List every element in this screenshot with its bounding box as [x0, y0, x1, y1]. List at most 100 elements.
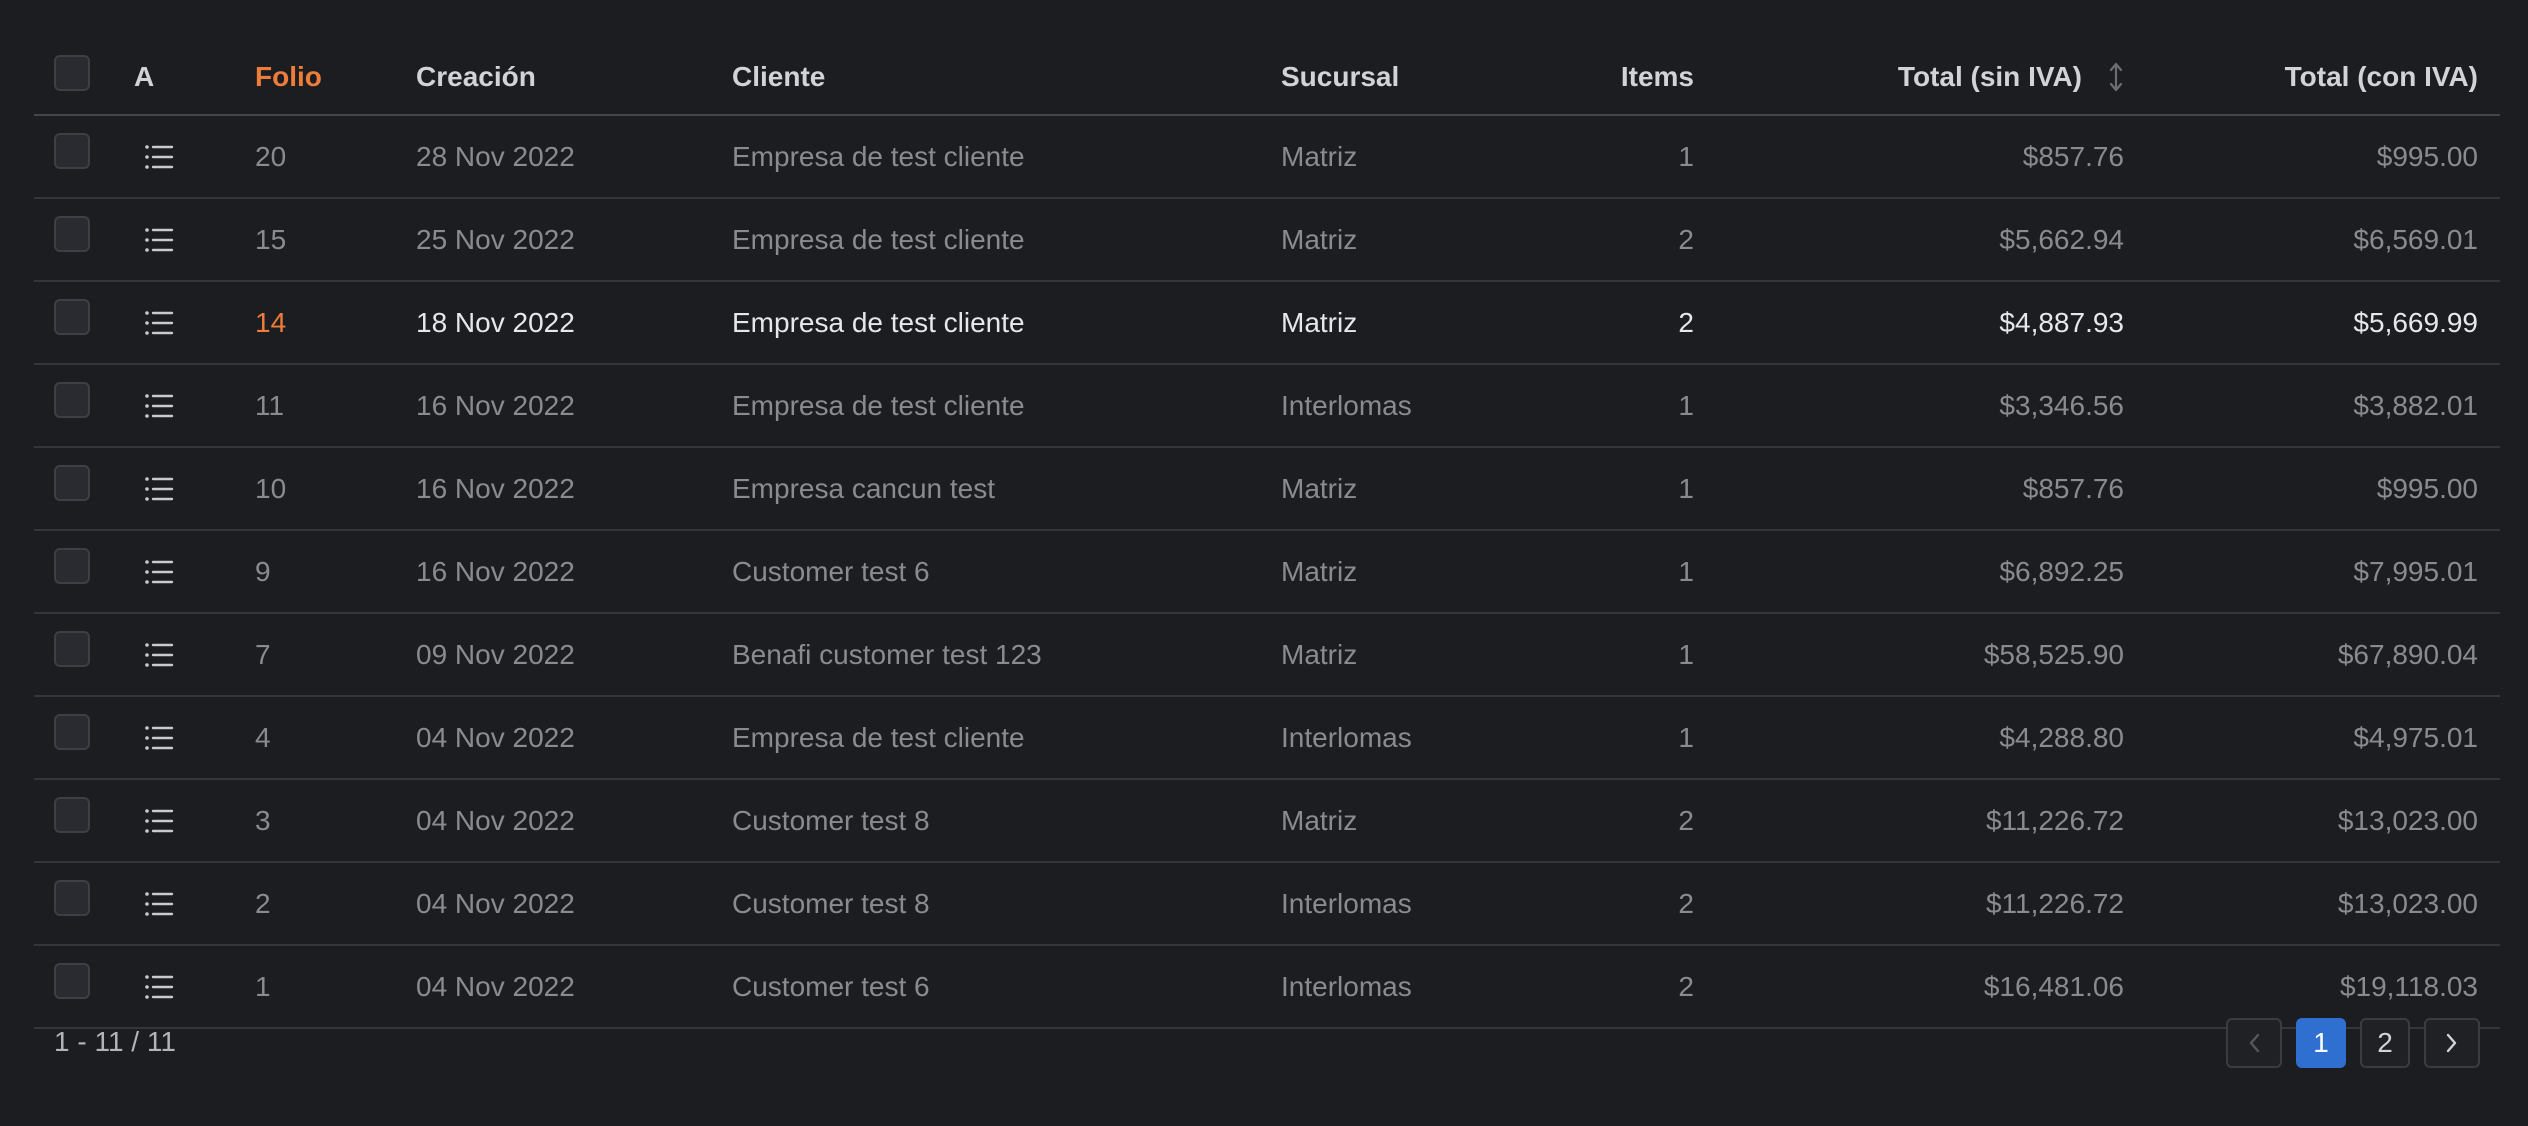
list-icon[interactable]	[144, 476, 174, 502]
cell-creacion: 18 Nov 2022	[416, 306, 575, 338]
list-icon[interactable]	[144, 144, 174, 170]
table-row[interactable]: 4 04 Nov 2022 Empresa de test cliente Inter…	[34, 697, 2500, 780]
row-checkbox[interactable]	[54, 962, 90, 999]
cell-total-sin-iva: $3,346.56	[1999, 389, 2124, 421]
row-select-cell	[54, 614, 94, 695]
cell-sucursal: Interlomas	[1281, 389, 1412, 421]
list-icon[interactable]	[144, 808, 174, 834]
cell-total-sin-iva: $11,226.72	[1985, 804, 2124, 836]
cell-total-sin-iva: $11,226.72	[1985, 887, 2124, 919]
cell-folio: 15	[255, 223, 287, 255]
sort-icon[interactable]	[2108, 62, 2124, 92]
cell-creacion: 25 Nov 2022	[416, 223, 575, 255]
cell-cliente: Customer test 6	[732, 555, 930, 587]
cell-total-con-iva: $3,882.01	[2353, 389, 2478, 421]
cell-total-con-iva: $995.00	[2376, 472, 2478, 504]
list-icon[interactable]	[144, 227, 174, 253]
cell-creacion: 04 Nov 2022	[416, 804, 575, 836]
row-actions-cell	[134, 448, 194, 529]
page-button-1[interactable]: 1	[2296, 1018, 2346, 1068]
prev-page-button[interactable]	[2226, 1018, 2282, 1068]
list-icon[interactable]	[144, 974, 174, 1000]
table-body: 20 28 Nov 2022 Empresa de test cliente Matr…	[34, 116, 2500, 1029]
cell-total-sin-iva: $4,887.93	[1999, 306, 2124, 338]
cell-cliente: Empresa de test cliente	[732, 306, 1025, 338]
cell-folio: 11	[255, 389, 285, 421]
table-footer: 1 - 11 / 11 1 2	[34, 1012, 2500, 1072]
row-actions-cell	[134, 863, 194, 944]
row-checkbox[interactable]	[54, 298, 90, 335]
table-row[interactable]: 3 04 Nov 2022 Customer test 8 Matriz 2 $11,22…	[34, 780, 2500, 863]
list-icon[interactable]	[144, 393, 174, 419]
row-checkbox[interactable]	[54, 464, 90, 501]
row-actions-cell	[134, 697, 194, 778]
cell-items: 1	[1678, 638, 1694, 670]
table-row[interactable]: 15 25 Nov 2022 Empresa de test cliente Matr…	[34, 199, 2500, 282]
cell-creacion: 04 Nov 2022	[416, 721, 575, 753]
cell-sucursal: Matriz	[1281, 638, 1358, 670]
list-icon[interactable]	[144, 891, 174, 917]
row-checkbox[interactable]	[54, 215, 90, 252]
column-header-folio[interactable]: Folio	[255, 40, 395, 114]
cell-total-sin-iva: $857.76	[2022, 472, 2124, 504]
list-icon[interactable]	[144, 310, 174, 336]
cell-total-sin-iva: $857.76	[2022, 140, 2124, 172]
cell-items: 1	[1678, 389, 1694, 421]
list-icon[interactable]	[144, 559, 174, 585]
page-button-2[interactable]: 2	[2360, 1018, 2410, 1068]
row-checkbox[interactable]	[54, 132, 90, 169]
chevron-right-icon	[2446, 1033, 2457, 1053]
row-checkbox[interactable]	[54, 713, 90, 750]
cell-creacion: 04 Nov 2022	[416, 887, 575, 919]
row-checkbox[interactable]	[54, 796, 90, 833]
cell-sucursal: Matriz	[1281, 472, 1358, 504]
cell-folio: 9	[255, 555, 271, 587]
orders-table: A Folio Creación Cliente Sucursal Items …	[34, 40, 2500, 1029]
cell-sucursal: Matriz	[1281, 306, 1358, 338]
cell-sucursal: Matriz	[1281, 804, 1358, 836]
column-header-items[interactable]: Items	[1594, 40, 1694, 114]
cell-creacion: 16 Nov 2022	[416, 389, 575, 421]
row-select-cell	[54, 863, 94, 944]
cell-cliente: Benafi customer test 123	[732, 638, 1042, 670]
cell-cliente: Empresa de test cliente	[732, 140, 1025, 172]
cell-cliente: Empresa de test cliente	[732, 223, 1025, 255]
column-header-total-con-iva[interactable]: Total (con IVA)	[2154, 40, 2478, 114]
row-checkbox[interactable]	[54, 547, 90, 584]
row-select-cell	[54, 365, 94, 446]
column-header-total-sin-iva[interactable]: Total (sin IVA)	[1754, 40, 2124, 114]
table-row[interactable]: 2 04 Nov 2022 Customer test 8 Interlomas 2 $1…	[34, 863, 2500, 946]
cell-folio: 14	[255, 306, 287, 338]
row-select-cell	[54, 697, 94, 778]
cell-folio: 2	[255, 887, 271, 919]
table-row[interactable]: 20 28 Nov 2022 Empresa de test cliente Matr…	[34, 116, 2500, 199]
cell-cliente: Empresa de test cliente	[732, 721, 1025, 753]
cell-total-sin-iva: $4,288.80	[1999, 721, 2124, 753]
table-row[interactable]: 7 09 Nov 2022 Benafi customer test 123 Matr…	[34, 614, 2500, 697]
list-icon[interactable]	[144, 725, 174, 751]
column-header-creacion[interactable]: Creación	[416, 40, 716, 114]
column-header-sucursal[interactable]: Sucursal	[1281, 40, 1501, 114]
cell-total-con-iva: $67,890.04	[2337, 638, 2478, 670]
row-checkbox[interactable]	[54, 381, 90, 418]
pagination: 1 2	[2226, 1018, 2480, 1068]
next-page-button[interactable]	[2424, 1018, 2480, 1068]
row-checkbox[interactable]	[54, 630, 90, 667]
cell-sucursal: Interlomas	[1281, 887, 1412, 919]
select-all-checkbox[interactable]	[54, 55, 90, 91]
table-row[interactable]: 9 16 Nov 2022 Customer test 6 Matriz 1 $6,892…	[34, 531, 2500, 614]
list-icon[interactable]	[144, 642, 174, 668]
row-actions-cell	[134, 531, 194, 612]
cell-sucursal: Interlomas	[1281, 721, 1412, 753]
column-header-cliente[interactable]: Cliente	[732, 40, 1232, 114]
row-checkbox[interactable]	[54, 879, 90, 916]
row-actions-cell	[134, 780, 194, 861]
row-actions-cell	[134, 199, 194, 280]
column-header-a[interactable]: A	[134, 40, 194, 114]
cell-items: 1	[1678, 140, 1694, 172]
table-row[interactable]: 11 16 Nov 2022 Empresa de test cliente Inte…	[34, 365, 2500, 448]
table-row[interactable]: 10 16 Nov 2022 Empresa cancun test Matriz 1 $…	[34, 448, 2500, 531]
cell-total-sin-iva: $6,892.25	[1999, 555, 2124, 587]
cell-total-con-iva: $995.00	[2376, 140, 2478, 172]
table-row[interactable]: 14 18 Nov 2022 Empresa de test cliente Matr…	[34, 282, 2500, 365]
